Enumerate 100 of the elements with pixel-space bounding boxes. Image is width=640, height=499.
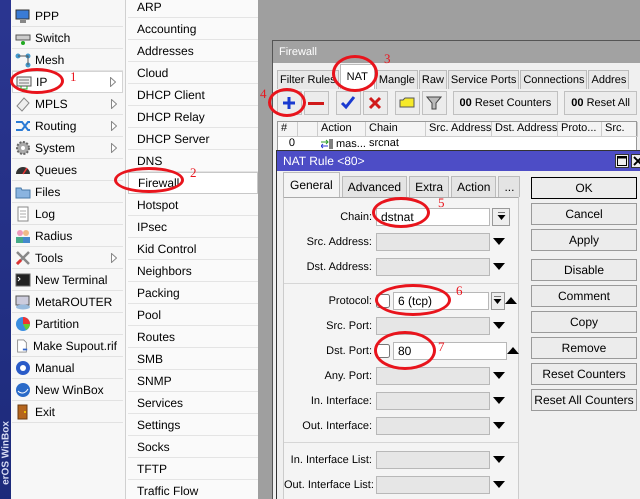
column-header[interactable]: Src. [602,122,638,137]
filter-button[interactable] [422,91,447,115]
tab[interactable]: Service Ports [448,70,520,89]
nodes-icon [15,52,31,68]
dropdown-button[interactable] [492,208,510,226]
filter-icon [426,95,442,111]
menu-item[interactable]: MPLS [12,93,123,115]
menu-item[interactable]: New WinBox [12,379,123,401]
input-field[interactable] [376,232,490,250]
tag-icon [15,96,31,112]
window-title: NAT Rule <80> [283,154,366,168]
menu-item[interactable]: Tools [12,247,123,269]
field-label: In. Interface List: [290,454,373,466]
dropdown-button[interactable] [491,292,505,310]
cross-icon [367,95,384,111]
tab[interactable]: NAT [340,64,375,89]
input-field[interactable] [376,392,490,410]
menu-item[interactable]: MetaROUTER [12,291,123,313]
column-header[interactable]: Dst. Address [492,122,558,137]
computer-icon [15,8,31,24]
dropdown-arrow-icon [493,296,502,305]
table-cell: mas... [336,138,366,150]
tab[interactable]: Connections [520,70,588,89]
field-label: Dst. Address: [306,260,373,272]
field-label: Out. Interface List: [284,478,375,490]
reset-counters-button[interactable]: 00 Reset All [564,91,637,115]
annotation-number: 4 [260,87,266,101]
dialog-button[interactable]: Cancel [531,203,637,225]
dialog-button[interactable]: Disable [531,259,637,281]
maximize-button[interactable] [615,154,629,168]
dialog-button[interactable]: Copy [531,311,637,333]
document-icon [15,338,29,354]
window-title: Firewall [279,46,317,58]
field-label: Src. Address: [306,236,373,248]
plus-icon [281,95,298,111]
menu-item[interactable]: Queues [12,159,123,181]
field-label: In. Interface: [310,394,373,406]
column-header[interactable]: Src. Address [426,122,492,137]
menu-item[interactable]: System [12,137,123,159]
tab[interactable]: Mangle [376,70,418,89]
dropdown-arrow-icon [496,212,506,221]
annotation-number: 7 [438,340,444,354]
menu-item[interactable]: PPP [12,5,123,27]
input-field[interactable] [376,450,490,468]
field-label: Out. Interface: [301,420,373,432]
menu-item[interactable]: Exit [12,401,123,423]
dialog-button[interactable]: Comment [531,285,637,307]
tab[interactable]: ... [498,176,520,197]
reset-counters-button[interactable]: 00 Reset Counters [452,91,558,115]
dialog-button[interactable]: Reset All Counters [531,389,637,411]
checkmark-icon [340,95,356,111]
computer-icon [15,294,31,310]
document-icon [15,206,31,222]
input-field[interactable]: dstnat [376,208,490,226]
tab[interactable]: Action [451,176,496,197]
tab[interactable]: Addres [588,70,630,89]
terminal-icon [15,272,31,288]
negate-checkbox[interactable] [376,344,390,358]
table-cell-text: srcnat [368,137,400,151]
users-icon [15,228,31,244]
masquerade-icon [321,139,333,149]
field-label: Dst. Port: [325,344,373,356]
globe-icon [15,382,31,398]
annotation-ellipse [372,197,430,228]
comment-button[interactable] [394,91,420,115]
menu-item[interactable]: Make Supout.rif [12,335,123,357]
column-header[interactable]: Proto... [558,122,602,137]
menu-item[interactable]: Routing [12,115,123,137]
column-header[interactable]: Action [318,122,366,137]
dialog-button[interactable]: OK [531,177,637,199]
annotation-ellipse [374,331,436,370]
dialog-button[interactable]: Remove [531,337,637,359]
column-header[interactable]: # [278,122,298,137]
input-field[interactable] [376,366,490,384]
tab[interactable]: Raw [418,70,447,89]
input-field[interactable] [376,258,490,276]
negate-checkbox[interactable] [376,294,390,308]
column-header[interactable]: Chain [366,122,426,137]
gear-icon [15,140,31,156]
dialog-button[interactable]: Reset Counters [531,363,637,385]
menu-item[interactable]: New Terminal [12,269,123,291]
dialog-button[interactable]: Apply [531,229,637,251]
remove-button[interactable] [304,91,329,115]
pie-chart-icon [15,316,31,332]
input-field[interactable] [376,416,490,434]
tab[interactable]: Extra [409,176,450,197]
menu-item[interactable]: Partition [12,313,123,335]
annotation-ellipse [10,68,64,94]
tab[interactable]: Advanced [342,176,408,197]
menu-item[interactable]: Radius [12,225,123,247]
disable-button[interactable] [362,91,388,115]
menu-item[interactable]: Files [12,181,123,203]
enable-button[interactable] [336,91,361,115]
input-field[interactable] [376,316,490,334]
input-field[interactable] [376,476,490,494]
menu-item[interactable]: Manual [12,357,123,379]
menu-item[interactable]: Switch [12,27,123,49]
menu-item[interactable]: Log [12,203,123,225]
field-label: Src. Port: [325,320,373,332]
tab[interactable]: General [283,172,340,197]
